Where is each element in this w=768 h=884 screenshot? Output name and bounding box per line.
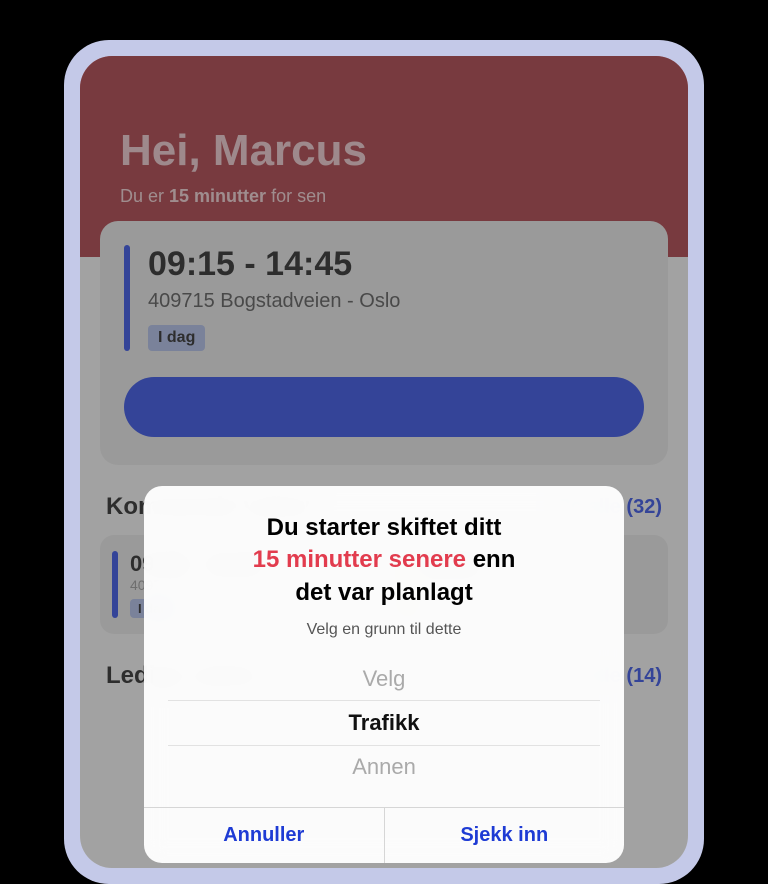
phone-frame: Hei, Marcus Du er 15 minutter for sen 09… <box>64 40 704 884</box>
confirm-button[interactable]: Sjekk inn <box>385 808 625 863</box>
picker-option[interactable]: Velg <box>168 657 600 701</box>
reason-picker[interactable]: Velg Trafikk Annen <box>168 657 600 789</box>
picker-option-selected[interactable]: Trafikk <box>168 701 600 745</box>
screen: Hei, Marcus Du er 15 minutter for sen 09… <box>80 56 688 868</box>
modal-footer: Annuller Sjekk inn <box>144 807 624 863</box>
cancel-button[interactable]: Annuller <box>144 808 385 863</box>
late-reason-modal: Du starter skiftet ditt 15 minutter sene… <box>144 486 624 863</box>
modal-title: Du starter skiftet ditt 15 minutter sene… <box>168 512 600 609</box>
modal-subtitle: Velg en grunn til dette <box>168 621 600 639</box>
picker-option[interactable]: Annen <box>168 745 600 789</box>
